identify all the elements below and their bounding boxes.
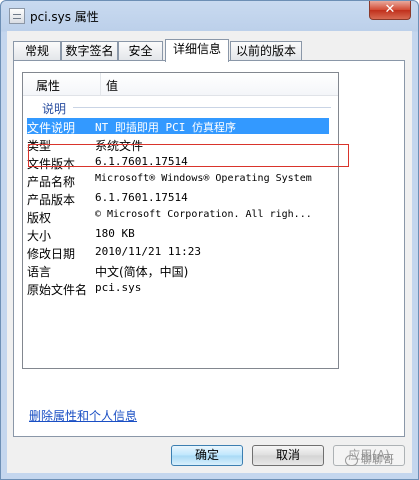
remove-properties-link[interactable]: 删除属性和个人信息 — [29, 407, 137, 424]
column-header-value[interactable]: 值 — [106, 77, 118, 94]
property-name: 语言 — [27, 265, 52, 279]
property-value: 系统文件 — [95, 139, 144, 153]
ok-button[interactable]: 确定 — [171, 445, 243, 466]
detail-row[interactable]: 大小 180 KB — [23, 225, 338, 243]
property-name: 版权 — [27, 211, 52, 225]
property-name: 产品名称 — [27, 175, 76, 189]
tab-previous-versions[interactable]: 以前的版本 — [230, 41, 302, 60]
detail-row[interactable]: 修改日期 2010/11/21 11:23 — [23, 243, 338, 261]
property-value: 2010/11/21 11:23 — [95, 245, 201, 258]
tab-general[interactable]: 常规 — [13, 41, 61, 60]
property-name: 修改日期 — [27, 247, 76, 261]
property-value: 6.1.7601.17514 — [95, 191, 188, 204]
property-name: 文件说明 — [27, 121, 76, 135]
properties-window: pci.sys 属性 ✕ 常规 数字签名 安全 详细信息 以前的版本 属性 值 … — [0, 0, 419, 480]
property-value: 中文(简体，中国) — [95, 265, 189, 279]
detail-row[interactable]: 原始文件名 pci.sys — [23, 279, 338, 297]
property-name: 文件版本 — [27, 157, 76, 171]
tab-security[interactable]: 安全 — [118, 41, 163, 60]
property-value: pci.sys — [95, 281, 142, 294]
close-button[interactable]: ✕ — [369, 1, 411, 20]
detail-row[interactable]: 语言 中文(简体，中国) — [23, 261, 338, 279]
wechat-icon — [345, 454, 358, 466]
property-value: © Microsoft Corporation. All righ... — [95, 209, 312, 220]
property-name: 原始文件名 — [27, 283, 88, 297]
detail-row[interactable]: 文件版本 6.1.7601.17514 — [23, 153, 338, 171]
property-value: Microsoft® Windows® Operating System — [95, 173, 312, 184]
list-header: 属性 值 — [23, 73, 338, 96]
group-label-description: 说明 — [42, 102, 67, 116]
group-divider — [73, 107, 331, 108]
property-value: 180 KB — [95, 227, 135, 240]
watermark-text: 聊聊哥 — [361, 453, 394, 466]
dialog-body: 常规 数字签名 安全 详细信息 以前的版本 属性 值 说明 文件说明 NT 即插… — [7, 31, 412, 473]
detail-row[interactable]: 产品版本 6.1.7601.17514 — [23, 189, 338, 207]
cancel-button[interactable]: 取消 — [252, 445, 324, 466]
property-name: 产品版本 — [27, 193, 76, 207]
property-value: NT 即插即用 PCI 仿真程序 — [95, 121, 236, 134]
details-list[interactable]: 属性 值 说明 文件说明 NT 即插即用 PCI 仿真程序 类型 系统文件 文件… — [22, 72, 339, 369]
property-name: 大小 — [27, 229, 52, 243]
property-value: 6.1.7601.17514 — [95, 155, 188, 168]
detail-row[interactable]: 文件说明 NT 即插即用 PCI 仿真程序 — [23, 117, 338, 135]
tab-details[interactable]: 详细信息 — [165, 39, 229, 62]
window-title: pci.sys 属性 — [30, 10, 99, 24]
file-icon — [9, 8, 25, 24]
watermark: 聊聊哥 — [345, 451, 394, 467]
detail-row[interactable]: 类型 系统文件 — [23, 135, 338, 153]
property-name: 类型 — [27, 139, 52, 153]
detail-row[interactable]: 产品名称 Microsoft® Windows® Operating Syste… — [23, 171, 338, 189]
title-bar[interactable]: pci.sys 属性 ✕ — [1, 1, 418, 31]
tab-digital-signatures[interactable]: 数字签名 — [61, 41, 118, 60]
detail-row[interactable]: 版权 © Microsoft Corporation. All righ... — [23, 207, 338, 225]
column-header-property[interactable]: 属性 — [36, 77, 60, 94]
column-divider[interactable] — [100, 73, 101, 95]
tab-strip: 常规 数字签名 安全 详细信息 以前的版本 — [13, 39, 413, 62]
detail-rows: 文件说明 NT 即插即用 PCI 仿真程序 类型 系统文件 文件版本 6.1.7… — [23, 117, 338, 297]
